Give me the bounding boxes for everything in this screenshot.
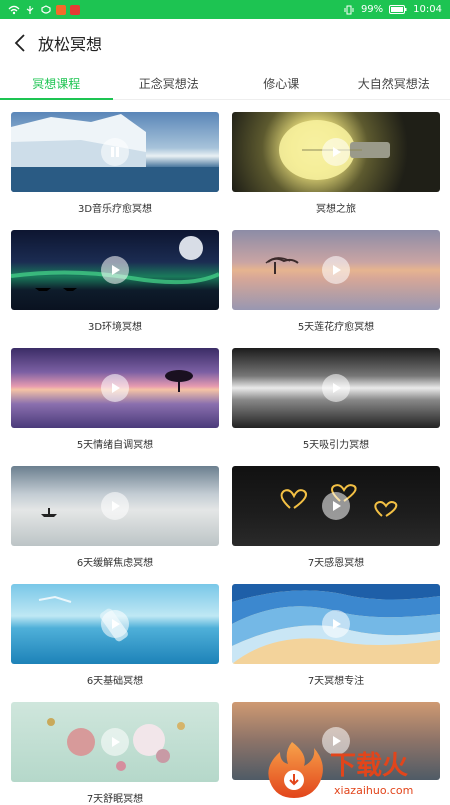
- course-title: 5天吸引力冥想: [232, 436, 440, 450]
- pause-icon: [109, 146, 121, 158]
- course-card[interactable]: 3D音乐疗愈冥想: [11, 112, 219, 214]
- tab-meditation-courses[interactable]: 冥想课程: [0, 68, 113, 99]
- xiazaihuo-logo: 下载火 xiazaihuo.com: [264, 738, 450, 800]
- play-icon: [330, 264, 342, 276]
- course-thumbnail[interactable]: [232, 112, 440, 192]
- course-thumbnail[interactable]: [11, 702, 219, 782]
- play-button[interactable]: [101, 492, 129, 520]
- course-title: 6天基础冥想: [11, 672, 219, 686]
- play-button[interactable]: [101, 374, 129, 402]
- course-card[interactable]: 6天缓解焦虑冥想: [11, 466, 219, 568]
- play-icon: [109, 500, 121, 512]
- status-icons-left: [8, 5, 80, 15]
- play-button[interactable]: [322, 374, 350, 402]
- back-button[interactable]: [2, 23, 38, 63]
- tab-bar: 冥想课程 正念冥想法 修心课 大自然冥想法: [0, 68, 450, 100]
- watermark-text: 下载火: [330, 751, 408, 781]
- tab-mindfulness[interactable]: 正念冥想法: [113, 68, 226, 99]
- course-title: 6天缓解焦虑冥想: [11, 554, 219, 568]
- course-card[interactable]: 6天基础冥想: [11, 584, 219, 686]
- course-card[interactable]: 5天吸引力冥想: [232, 348, 440, 450]
- status-icons-right: 99% 10:04: [343, 4, 442, 15]
- course-title: 5天莲花疗愈冥想: [232, 318, 440, 332]
- app-notification-icon-2: [70, 5, 80, 15]
- course-title: 3D环境冥想: [11, 318, 219, 332]
- play-icon: [109, 382, 121, 394]
- course-title: 5天情绪自调冥想: [11, 436, 219, 450]
- app-notification-icon: [56, 5, 66, 15]
- play-button[interactable]: [101, 610, 129, 638]
- play-icon: [330, 146, 342, 158]
- play-icon: [330, 500, 342, 512]
- course-thumbnail[interactable]: [11, 112, 219, 192]
- play-icon: [330, 382, 342, 394]
- vibrate-icon: [343, 5, 355, 15]
- play-button[interactable]: [101, 728, 129, 756]
- tab-mind-cultivation[interactable]: 修心课: [225, 68, 338, 99]
- course-thumbnail[interactable]: [232, 348, 440, 428]
- watermark: 下载火 xiazaihuo.com: [264, 738, 450, 800]
- course-title: 3D音乐疗愈冥想: [11, 200, 219, 214]
- play-icon: [109, 264, 121, 276]
- play-icon: [330, 618, 342, 630]
- course-title: 7天舒眠冥想: [11, 790, 219, 804]
- play-button[interactable]: [322, 492, 350, 520]
- clock: 10:04: [413, 4, 442, 15]
- course-thumbnail[interactable]: [232, 584, 440, 664]
- usb-icon: [24, 5, 36, 15]
- course-card[interactable]: 7天舒眠冥想: [11, 702, 219, 804]
- course-thumbnail[interactable]: [232, 230, 440, 310]
- status-bar: 99% 10:04: [0, 0, 450, 19]
- course-card[interactable]: 7天冥想专注: [232, 584, 440, 686]
- course-title: 7天感恩冥想: [232, 554, 440, 568]
- course-card[interactable]: 冥想之旅: [232, 112, 440, 214]
- tab-nature-meditation[interactable]: 大自然冥想法: [338, 68, 450, 99]
- chevron-left-icon: [14, 34, 26, 52]
- course-title: 7天冥想专注: [232, 672, 440, 686]
- course-card[interactable]: 5天情绪自调冥想: [11, 348, 219, 450]
- play-button[interactable]: [322, 610, 350, 638]
- wifi-icon: [8, 5, 20, 15]
- course-card[interactable]: 3D环境冥想: [11, 230, 219, 332]
- play-button[interactable]: [101, 256, 129, 284]
- play-button[interactable]: [322, 256, 350, 284]
- course-card[interactable]: 5天莲花疗愈冥想: [232, 230, 440, 332]
- play-icon: [109, 618, 121, 630]
- play-button[interactable]: [322, 138, 350, 166]
- course-thumbnail[interactable]: [232, 466, 440, 546]
- battery-icon: [389, 5, 407, 14]
- play-button[interactable]: [101, 138, 129, 166]
- battery-percent: 99%: [361, 4, 383, 15]
- course-thumbnail[interactable]: [11, 348, 219, 428]
- course-card[interactable]: 7天感恩冥想: [232, 466, 440, 568]
- page-title: 放松冥想: [38, 31, 102, 55]
- play-icon: [109, 736, 121, 748]
- watermark-url: xiazaihuo.com: [334, 784, 413, 797]
- header: 放松冥想: [0, 19, 450, 67]
- course-thumbnail[interactable]: [11, 230, 219, 310]
- course-title: 冥想之旅: [232, 200, 440, 214]
- shield-icon: [40, 5, 52, 15]
- course-thumbnail[interactable]: [11, 584, 219, 664]
- course-thumbnail[interactable]: [11, 466, 219, 546]
